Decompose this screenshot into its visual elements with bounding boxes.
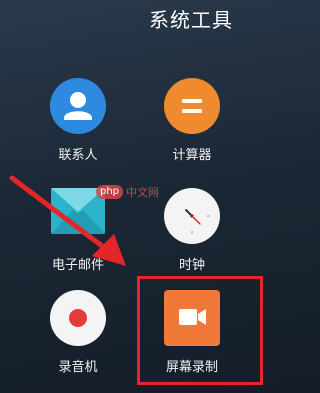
highlight-box: [137, 276, 263, 385]
